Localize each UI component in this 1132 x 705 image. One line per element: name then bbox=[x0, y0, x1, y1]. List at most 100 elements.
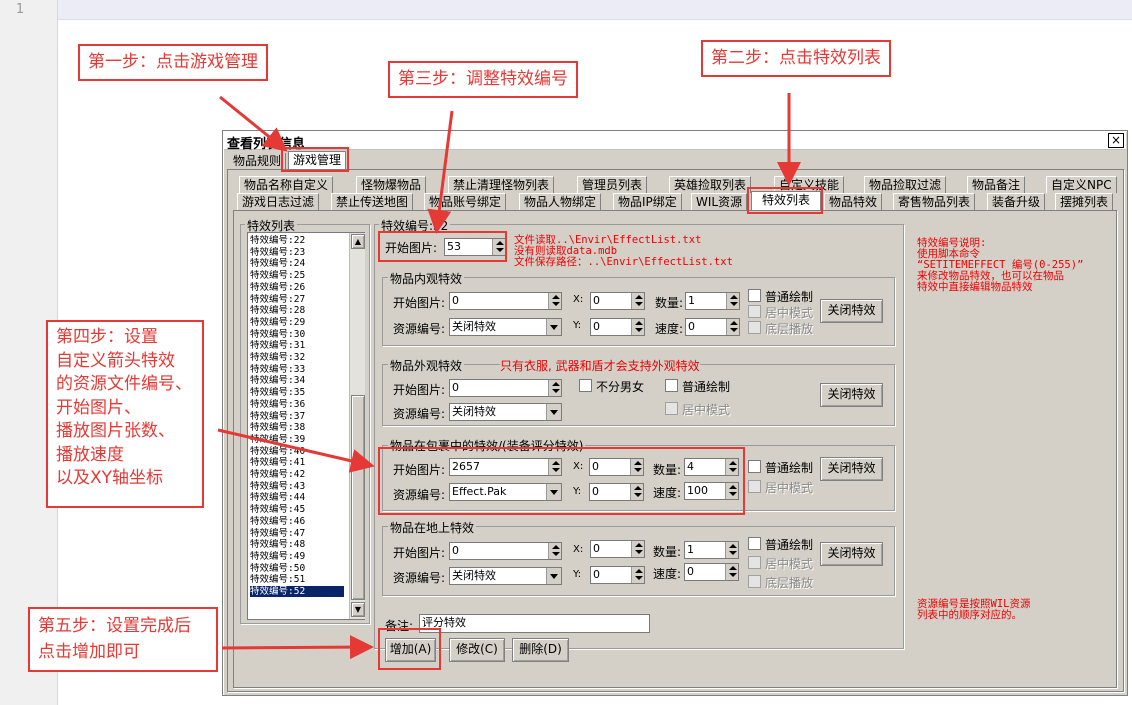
edit-button[interactable]: 修改(C) bbox=[449, 638, 505, 662]
effect-list-item[interactable]: 特效编号:29 bbox=[250, 317, 344, 328]
spin-icon[interactable] bbox=[548, 293, 561, 309]
effect-list-item[interactable]: 特效编号:51 bbox=[250, 574, 344, 585]
tab-hero-pickup[interactable]: 英雄捡取列表 bbox=[669, 176, 752, 193]
inner-count-input[interactable]: 1 bbox=[685, 292, 740, 310]
inner-y-input[interactable]: 0 bbox=[590, 318, 645, 336]
chevron-down-icon[interactable] bbox=[546, 319, 561, 335]
tab-stall-list[interactable]: 摆摊列表 bbox=[1055, 193, 1114, 210]
effect-list-item[interactable]: 特效编号:31 bbox=[250, 340, 344, 351]
effect-list-item[interactable]: 特效编号:39 bbox=[250, 434, 344, 445]
bag-close-effect-button[interactable]: 关闭特效 bbox=[820, 457, 883, 481]
spin-icon[interactable] bbox=[725, 564, 738, 580]
spin-icon[interactable] bbox=[631, 541, 644, 557]
inner-res-select[interactable]: 关闭特效 bbox=[449, 318, 562, 336]
ground-bottom-checkbox[interactable] bbox=[748, 575, 761, 588]
tab-game-log-filter[interactable]: 游戏日志过滤 bbox=[237, 193, 320, 210]
close-button[interactable]: × bbox=[1108, 133, 1124, 148]
effect-list-item[interactable]: 特效编号:40 bbox=[250, 446, 344, 457]
delete-button[interactable]: 删除(D) bbox=[512, 638, 569, 662]
inner-bottom-checkbox[interactable] bbox=[748, 321, 761, 334]
bag-normal-checkbox[interactable] bbox=[748, 460, 761, 473]
ground-count-input[interactable]: 1 bbox=[684, 541, 739, 559]
outer-res-select[interactable]: 关闭特效 bbox=[449, 403, 562, 421]
ground-normal-checkbox[interactable] bbox=[748, 537, 761, 550]
effect-list-item[interactable]: 特效编号:44 bbox=[250, 492, 344, 503]
tab-no-teleport-map[interactable]: 禁止传送地图 bbox=[331, 193, 414, 210]
tab-custom-npc[interactable]: 自定义NPC bbox=[1046, 176, 1117, 193]
scroll-down-button[interactable]: ▼ bbox=[351, 602, 365, 617]
outer-close-effect-button[interactable]: 关闭特效 bbox=[820, 383, 883, 407]
effect-list-item[interactable]: 特效编号:45 bbox=[250, 504, 344, 515]
chevron-down-icon[interactable] bbox=[546, 568, 561, 584]
bag-center-checkbox[interactable] bbox=[748, 480, 761, 493]
effect-listbox[interactable]: 特效编号:22 特效编号:23 特效编号:24 特效编号:25 特效编号:26 特效编号:… bbox=[247, 232, 365, 620]
effect-list-item[interactable]: 特效编号:38 bbox=[250, 422, 344, 433]
chevron-down-icon[interactable] bbox=[546, 404, 561, 420]
tab-item-ip-bind[interactable]: 物品IP绑定 bbox=[613, 193, 682, 210]
effect-list-item[interactable]: 特效编号:27 bbox=[250, 294, 344, 305]
tab-item-effect[interactable]: 物品特效 bbox=[824, 193, 883, 210]
outer-center-checkbox[interactable] bbox=[665, 402, 678, 415]
ground-start-input[interactable]: 0 bbox=[449, 542, 562, 560]
scroll-up-button[interactable]: ▲ bbox=[351, 234, 365, 249]
effect-list-item[interactable]: 特效编号:30 bbox=[250, 329, 344, 340]
effect-list-item[interactable]: 特效编号:26 bbox=[250, 282, 344, 293]
spin-icon[interactable] bbox=[548, 380, 561, 396]
tab-wil-resource[interactable]: WIL资源 bbox=[691, 193, 748, 210]
ground-speed-input[interactable]: 0 bbox=[684, 563, 739, 581]
effect-list-item[interactable]: 特效编号:25 bbox=[250, 270, 344, 281]
scroll-thumb[interactable] bbox=[351, 395, 365, 600]
tab-admin-list[interactable]: 管理员列表 bbox=[577, 176, 648, 193]
tab-no-clean-monster[interactable]: 禁止清理怪物列表 bbox=[448, 176, 555, 193]
effect-list-item[interactable]: 特效编号:49 bbox=[250, 551, 344, 562]
ground-close-effect-button[interactable]: 关闭特效 bbox=[820, 542, 883, 566]
effect-list-item[interactable]: 特效编号:22 bbox=[250, 235, 344, 246]
effect-list-item[interactable]: 特效编号:46 bbox=[250, 516, 344, 527]
inner-start-input[interactable]: 0 bbox=[449, 292, 562, 310]
spin-icon[interactable] bbox=[631, 293, 644, 309]
tab-item-remark[interactable]: 物品备注 bbox=[967, 176, 1026, 193]
effect-list-item[interactable]: 特效编号:43 bbox=[250, 481, 344, 492]
effect-list-item[interactable]: 特效编号:23 bbox=[250, 247, 344, 258]
effect-list-item[interactable]: 特效编号:37 bbox=[250, 411, 344, 422]
ground-y-input[interactable]: 0 bbox=[590, 566, 645, 584]
effect-list-item[interactable]: 特效编号:50 bbox=[250, 563, 344, 574]
effect-list-item[interactable]: 特效编号:47 bbox=[250, 528, 344, 539]
effect-list-item[interactable]: 特效编号:28 bbox=[250, 305, 344, 316]
tab-equip-upgrade[interactable]: 装备升级 bbox=[987, 193, 1046, 210]
inner-close-effect-button[interactable]: 关闭特效 bbox=[820, 299, 883, 323]
tab-monster-drop[interactable]: 怪物爆物品 bbox=[356, 176, 427, 193]
inner-center-checkbox[interactable] bbox=[748, 305, 761, 318]
editor-current-line[interactable] bbox=[58, 0, 1132, 20]
effect-list-item[interactable]: 特效编号:33 bbox=[250, 364, 344, 375]
outer-normal-checkbox[interactable] bbox=[665, 379, 678, 392]
effect-list-item[interactable]: 特效编号:35 bbox=[250, 387, 344, 398]
tab-pickup-filter[interactable]: 物品捡取过滤 bbox=[864, 176, 947, 193]
inner-normal-checkbox[interactable] bbox=[748, 289, 761, 302]
dialog-titlebar[interactable]: 查看列表信息 × bbox=[224, 132, 1126, 152]
effect-list-item[interactable]: 特效编号:52 bbox=[250, 586, 344, 598]
spin-icon[interactable] bbox=[725, 542, 738, 558]
inner-speed-input[interactable]: 0 bbox=[685, 318, 740, 336]
spin-icon[interactable] bbox=[726, 293, 739, 309]
tab-item-rules[interactable]: 物品规则 bbox=[229, 153, 287, 170]
tab-consignment-list[interactable]: 寄售物品列表 bbox=[893, 193, 976, 210]
list-scrollbar[interactable]: ▲ ▼ bbox=[349, 233, 365, 619]
tab-item-name-custom[interactable]: 物品名称自定义 bbox=[239, 176, 334, 193]
ground-x-input[interactable]: 0 bbox=[590, 540, 645, 558]
tab-item-account-bind[interactable]: 物品账号绑定 bbox=[424, 193, 507, 210]
spin-icon[interactable] bbox=[548, 543, 561, 559]
tab-item-char-bind[interactable]: 物品人物绑定 bbox=[519, 193, 602, 210]
effect-list-item[interactable]: 特效编号:41 bbox=[250, 457, 344, 468]
remark-input[interactable]: 评分特效 bbox=[419, 614, 650, 633]
ground-center-checkbox[interactable] bbox=[748, 556, 761, 569]
spin-icon[interactable] bbox=[631, 567, 644, 583]
effect-list-item[interactable]: 特效编号:24 bbox=[250, 258, 344, 269]
inner-x-input[interactable]: 0 bbox=[590, 292, 645, 310]
spin-icon[interactable] bbox=[726, 319, 739, 335]
effect-list-item[interactable]: 特效编号:48 bbox=[250, 539, 344, 550]
outer-start-input[interactable]: 0 bbox=[449, 379, 562, 397]
outer-gender-checkbox[interactable] bbox=[579, 379, 592, 392]
effect-list-item[interactable]: 特效编号:32 bbox=[250, 352, 344, 363]
effect-list-item[interactable]: 特效编号:42 bbox=[250, 469, 344, 480]
